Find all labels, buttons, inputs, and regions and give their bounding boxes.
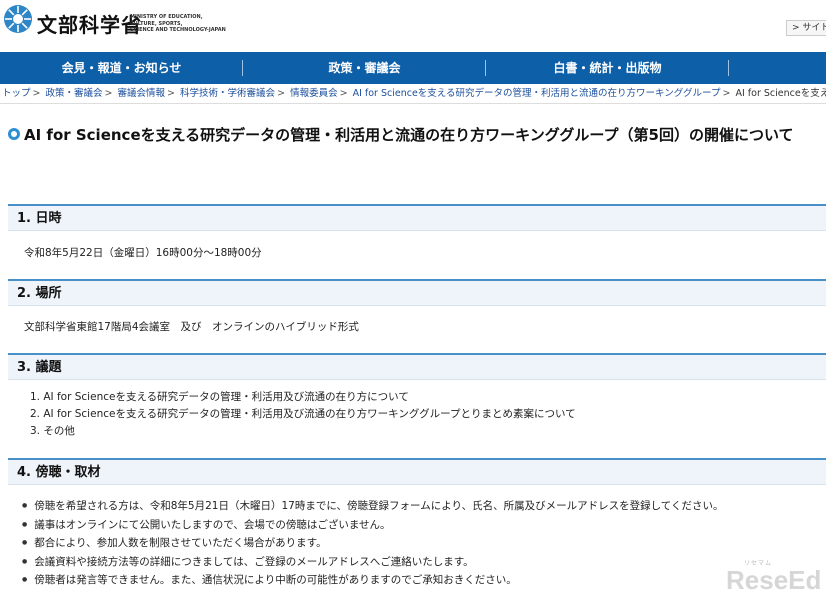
nav-item-press[interactable]: 会見・報道・お知らせ <box>0 52 243 84</box>
section-body-venue: 文部科学省東館17階局4会議室 及び オンラインのハイブリッド形式 <box>24 321 359 333</box>
resemom-watermark-logo: ReseEd <box>726 565 821 594</box>
breadcrumb-link-cst-council[interactable]: 科学技術・学術審議会 <box>180 88 275 99</box>
attendance-list: 傍聴を希望される方は、令和8年5月21日（木曜日）17時までに、傍聴登録フォーム… <box>22 498 723 591</box>
attendance-item: 傍聴者は発言等できません。また、通信状況により中断の可能性がありますのでご承知お… <box>22 572 723 591</box>
section-heading-venue: 2. 場所 <box>8 279 826 306</box>
attendance-item: 会議資料や接続方法等の詳細につきましては、ご登録のメールアドレスへご連絡いたしま… <box>22 554 723 573</box>
svg-text:ReseEd: ReseEd <box>726 565 821 594</box>
breadcrumb-link-info-committee[interactable]: 情報委員会 <box>290 88 338 99</box>
global-nav: 会見・報道・お知らせ 政策・審議会 白書・統計・出版物 <box>0 52 826 84</box>
breadcrumb-link-councils[interactable]: 審議会情報 <box>118 88 166 99</box>
breadcrumb-current: AI for Scienceを支える研究データの管理・利活用と <box>735 88 826 99</box>
agenda-item: 1. AI for Scienceを支える研究データの管理・利活用及び流通の在り… <box>30 391 409 403</box>
attendance-item: 傍聴を希望される方は、令和8年5月21日（木曜日）17時までに、傍聴登録フォーム… <box>22 498 723 517</box>
agenda-item: 2. AI for Scienceを支える研究データの管理・利活用及び流通の在り… <box>30 408 576 420</box>
attendance-item: 都合により、参加人数を制限させていただく場合があります。 <box>22 535 723 554</box>
agenda-item: 3. その他 <box>30 425 75 437</box>
breadcrumb-link-working-group[interactable]: AI for Scienceを支える研究データの管理・利活用と流通の在り方ワーキ… <box>353 88 721 99</box>
title-bullet-icon <box>8 128 20 140</box>
sitemap-button[interactable]: > サイトマ <box>786 20 826 36</box>
page-title: AI for Scienceを支える研究データの管理・利活用と流通の在り方ワーキ… <box>24 126 794 144</box>
breadcrumb-link-top[interactable]: トップ <box>2 88 31 99</box>
breadcrumb: トップ > 政策・審議会 > 審議会情報 > 科学技術・学術審議会 > 情報委員会 > A… <box>0 84 826 104</box>
nav-item-more[interactable] <box>729 52 826 84</box>
page-title-row: AI for Scienceを支える研究データの管理・利活用と流通の在り方ワーキ… <box>8 124 826 148</box>
site-header: 文部科学省 MINISTRY OF EDUCATION, CULTURE, SP… <box>0 0 826 52</box>
nav-item-policy[interactable]: 政策・審議会 <box>243 52 486 84</box>
logo-text[interactable]: 文部科学省 <box>37 9 142 38</box>
logo-subtitle: MINISTRY OF EDUCATION, CULTURE, SPORTS, … <box>130 14 226 34</box>
logo-subtitle-line: SCIENCE AND TECHNOLOGY-JAPAN <box>130 27 226 33</box>
nav-item-publications[interactable]: 白書・統計・出版物 <box>486 52 729 84</box>
section-body-datetime: 令和8年5月22日（金曜日）16時00分～18時00分 <box>24 247 262 259</box>
agenda-list: 1. AI for Scienceを支える研究データの管理・利活用及び流通の在り… <box>30 389 576 440</box>
attendance-item: 議事はオンラインにて公開いたしますので、会場での傍聴はございません。 <box>22 517 723 536</box>
mext-logo-icon[interactable] <box>3 4 33 34</box>
section-heading-attendance: 4. 傍聴・取材 <box>8 458 826 485</box>
breadcrumb-link-policy[interactable]: 政策・審議会 <box>46 88 103 99</box>
section-heading-agenda: 3. 議題 <box>8 353 826 380</box>
section-heading-datetime: 1. 日時 <box>8 204 826 231</box>
